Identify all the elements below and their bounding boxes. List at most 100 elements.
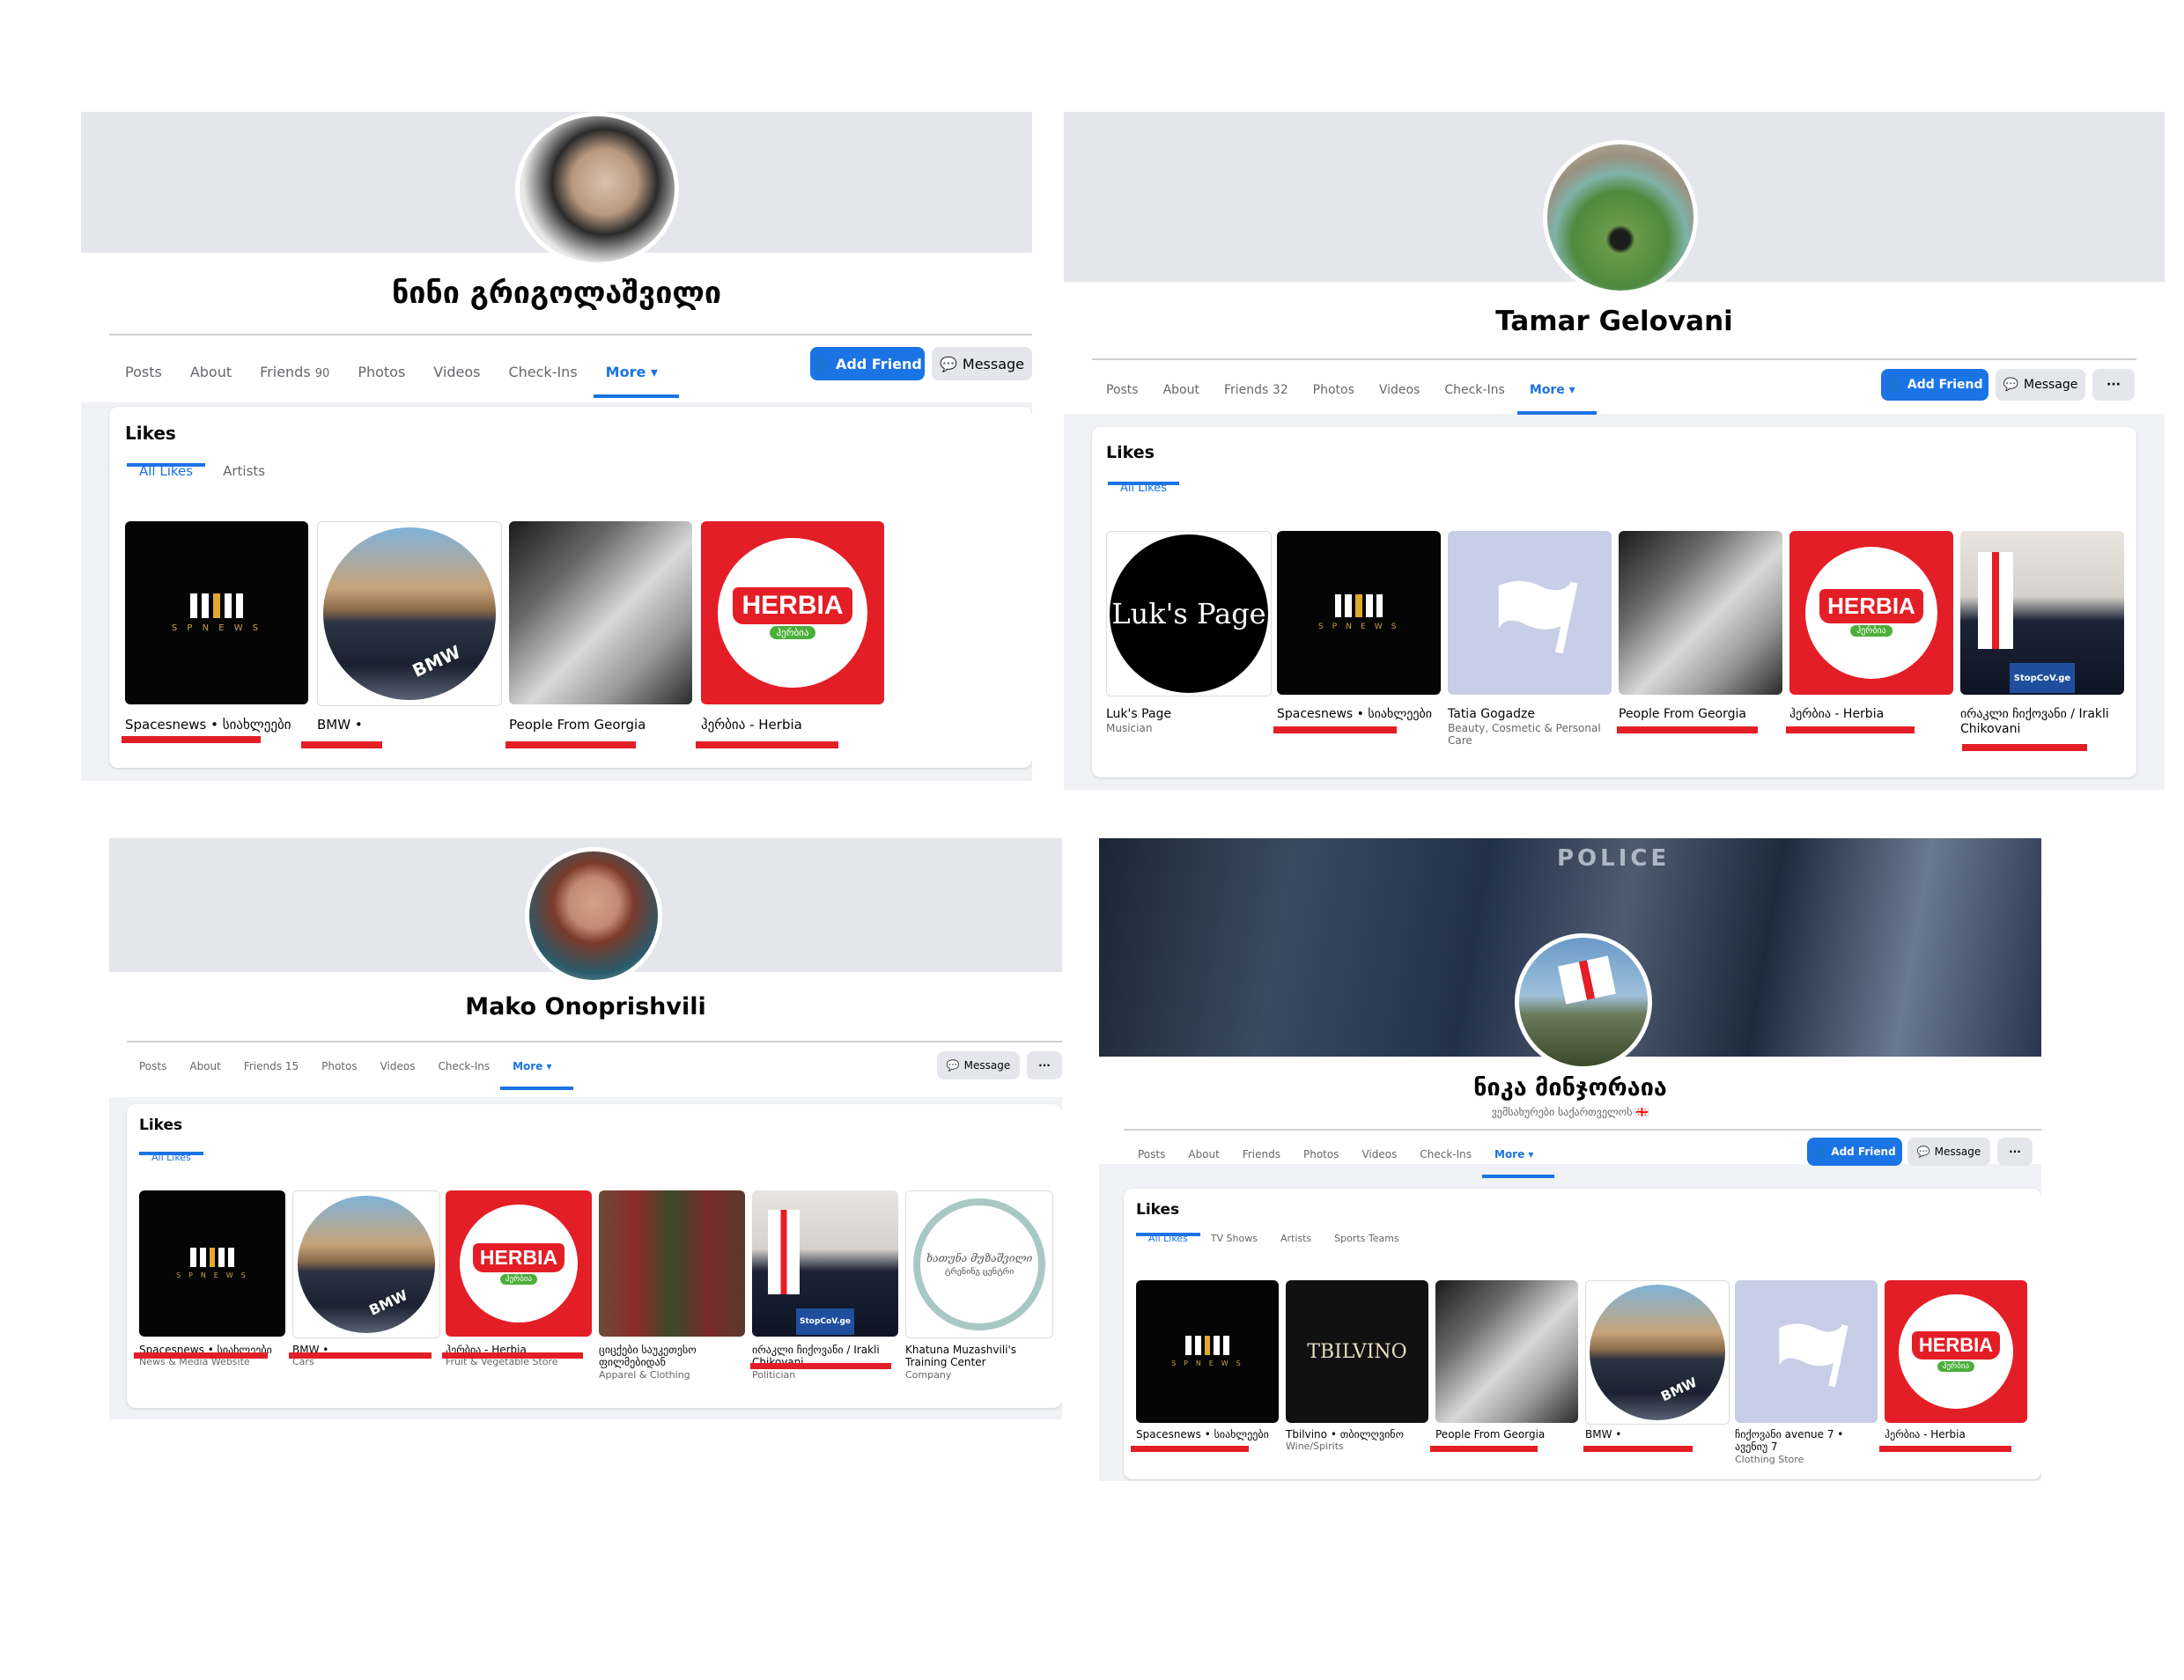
add-friend-button[interactable]: 👤 Add Friend bbox=[1881, 369, 1988, 401]
tab-about[interactable]: About bbox=[1163, 383, 1199, 397]
politician-photo[interactable]: StopCoV.ge bbox=[1960, 531, 2124, 695]
avatar[interactable] bbox=[525, 847, 662, 984]
tab-photos[interactable]: Photos bbox=[358, 364, 405, 380]
tab-all-likes[interactable]: All Likes bbox=[1136, 1233, 1200, 1244]
avatar[interactable] bbox=[1515, 933, 1652, 1071]
tab-friends[interactable]: Friends 15 bbox=[244, 1060, 299, 1072]
add-friend-button[interactable]: 👤 Add Friend bbox=[810, 347, 925, 380]
like-name[interactable]: ჩიქოვანი avenue 7 • ავენიუ 7 bbox=[1735, 1428, 1843, 1453]
tab-more[interactable]: More ▾ bbox=[593, 364, 680, 398]
tab-more[interactable]: More ▾ bbox=[499, 1060, 574, 1090]
tab-friends[interactable]: Friends 32 bbox=[1224, 383, 1288, 397]
people-from-georgia-logo[interactable] bbox=[1435, 1280, 1578, 1423]
tab-artists[interactable]: Artists bbox=[223, 463, 265, 479]
like-name[interactable]: People From Georgia bbox=[509, 717, 646, 733]
spacesnews-logo[interactable]: S P N E W S bbox=[1136, 1280, 1279, 1423]
like-name[interactable]: ჰერბია - Herbia bbox=[701, 717, 802, 733]
redaction-mark bbox=[1962, 744, 2087, 751]
tbilvino-logo[interactable]: TBILVINO bbox=[1286, 1280, 1428, 1423]
like-name[interactable]: Spacesnews • სიახლეები bbox=[1277, 707, 1432, 721]
message-button[interactable]: 💬 Message bbox=[1996, 369, 2085, 401]
like-name[interactable]: Tbilvino • თბილღვინო bbox=[1286, 1428, 1404, 1441]
like-name[interactable]: ირაკლი ჩიქოვანი / Irakli Chikovani bbox=[1960, 707, 2109, 736]
tab-more[interactable]: More ▾ bbox=[1481, 1148, 1556, 1178]
like-category: Politician bbox=[752, 1368, 796, 1381]
like-name[interactable]: Spacesnews • სიახლეები bbox=[125, 717, 291, 733]
more-options-button[interactable]: ··· bbox=[1027, 1051, 1062, 1079]
like-name[interactable]: BMW • bbox=[1585, 1428, 1621, 1441]
message-button[interactable]: 💬 Message bbox=[1907, 1138, 1990, 1166]
tab-checkins[interactable]: Check-Ins bbox=[508, 364, 577, 380]
herbia-logo[interactable]: HERBIA ჰერბია bbox=[446, 1190, 592, 1337]
tab-more[interactable]: More ▾ bbox=[1516, 383, 1597, 415]
more-options-button[interactable]: ··· bbox=[2092, 369, 2135, 401]
clothing-photo[interactable] bbox=[599, 1190, 745, 1337]
tab-artists[interactable]: Artists bbox=[1280, 1233, 1311, 1244]
add-friend-button[interactable]: 👤 Add Friend bbox=[1807, 1138, 1902, 1166]
bmw-logo[interactable]: BMW bbox=[292, 1190, 440, 1338]
tab-videos[interactable]: Videos bbox=[1379, 383, 1420, 397]
flag-icon[interactable] bbox=[1735, 1280, 1878, 1423]
flag-icon[interactable] bbox=[1448, 531, 1612, 695]
like-name[interactable]: Spacesnews • სიახლეები bbox=[1136, 1428, 1269, 1441]
tab-all-likes[interactable]: All Likes bbox=[126, 463, 206, 479]
khatuna-logo[interactable]: ხათუნა მუზაშვილი ტრენინგ ცენტრი bbox=[905, 1190, 1053, 1338]
luks-page-logo[interactable]: Luk's Page bbox=[1106, 531, 1272, 696]
people-from-georgia-logo[interactable] bbox=[509, 521, 692, 704]
tab-videos[interactable]: Videos bbox=[1361, 1148, 1397, 1161]
tab-videos[interactable]: Videos bbox=[380, 1060, 416, 1072]
like-name[interactable]: People From Georgia bbox=[1435, 1428, 1545, 1441]
avatar[interactable] bbox=[515, 112, 679, 267]
tab-checkins[interactable]: Check-Ins bbox=[1444, 383, 1504, 397]
message-button[interactable]: 💬 Message bbox=[932, 347, 1032, 380]
tab-photos[interactable]: Photos bbox=[321, 1060, 357, 1072]
message-label: Message bbox=[2024, 378, 2078, 392]
tab-posts[interactable]: Posts bbox=[139, 1060, 166, 1072]
like-name[interactable]: Tatia Gogadze bbox=[1448, 707, 1535, 721]
tab-checkins[interactable]: Check-Ins bbox=[438, 1060, 490, 1072]
police-text: POLICE bbox=[1557, 845, 1671, 872]
herbia-logo[interactable]: HERBIA ჰერბია bbox=[701, 521, 884, 704]
herbia-logo[interactable]: HERBIA ჰერბია bbox=[1885, 1280, 2027, 1423]
tab-posts[interactable]: Posts bbox=[1106, 383, 1139, 397]
like-label: Spacesnews • სიახლეები bbox=[1277, 707, 1432, 722]
tab-photos[interactable]: Photos bbox=[1303, 1148, 1339, 1161]
tab-about[interactable]: About bbox=[189, 1060, 220, 1072]
tab-posts[interactable]: Posts bbox=[125, 364, 162, 380]
like-name[interactable]: ჰერბია - Herbia bbox=[1885, 1428, 1966, 1441]
tab-videos[interactable]: Videos bbox=[433, 364, 480, 380]
like-name[interactable]: ციცქები საუკეთესო ფილმებიდან bbox=[599, 1344, 697, 1368]
tab-all-likes[interactable]: All Likes bbox=[139, 1152, 203, 1163]
khatuna-sub: ტრენინგ ცენტრი bbox=[944, 1268, 1015, 1277]
bmw-logo[interactable]: BMW bbox=[1585, 1280, 1730, 1425]
herbia-logo[interactable]: HERBIA ჰერბია bbox=[1789, 531, 1953, 695]
politician-photo[interactable]: StopCoV.ge bbox=[752, 1190, 898, 1337]
like-name[interactable]: Khatuna Muzashvili's Training Center bbox=[905, 1344, 1016, 1368]
tab-sports-teams[interactable]: Sports Teams bbox=[1334, 1233, 1399, 1244]
herbia-text: HERBIA bbox=[1911, 1331, 2001, 1359]
people-from-georgia-logo[interactable] bbox=[1619, 531, 1782, 695]
spacesnews-logo[interactable]: S P N E W S bbox=[1277, 531, 1441, 695]
message-button[interactable]: 💬 Message bbox=[937, 1051, 1020, 1079]
like-name[interactable]: BMW • bbox=[317, 717, 363, 733]
like-name[interactable]: Luk's Page bbox=[1106, 707, 1171, 721]
more-options-button[interactable]: ··· bbox=[1997, 1138, 2033, 1166]
tab-friends[interactable]: Friends 90 bbox=[260, 364, 329, 380]
tab-friends[interactable]: Friends bbox=[1243, 1148, 1280, 1161]
spacesnews-logo[interactable]: S P N E W S bbox=[125, 521, 308, 704]
redaction-mark bbox=[1617, 726, 1758, 733]
tab-posts[interactable]: Posts bbox=[1138, 1148, 1165, 1161]
tab-photos[interactable]: Photos bbox=[1313, 383, 1354, 397]
like-name[interactable]: People From Georgia bbox=[1619, 707, 1746, 721]
like-label: BMW • bbox=[1585, 1428, 1621, 1441]
avatar[interactable] bbox=[1543, 140, 1698, 295]
spacesnews-logo[interactable]: S P N E W S bbox=[139, 1190, 285, 1337]
tab-tv-shows[interactable]: TV Shows bbox=[1211, 1233, 1258, 1244]
tab-about[interactable]: About bbox=[190, 364, 232, 380]
bmw-logo[interactable]: BMW bbox=[317, 521, 502, 706]
herbia-sub: ჰერბია bbox=[1937, 1361, 1975, 1372]
like-name[interactable]: ჰერბია - Herbia bbox=[1789, 707, 1884, 721]
tab-checkins[interactable]: Check-Ins bbox=[1420, 1148, 1472, 1161]
tab-all-likes[interactable]: All Likes bbox=[1108, 482, 1179, 495]
tab-about[interactable]: About bbox=[1188, 1148, 1219, 1161]
